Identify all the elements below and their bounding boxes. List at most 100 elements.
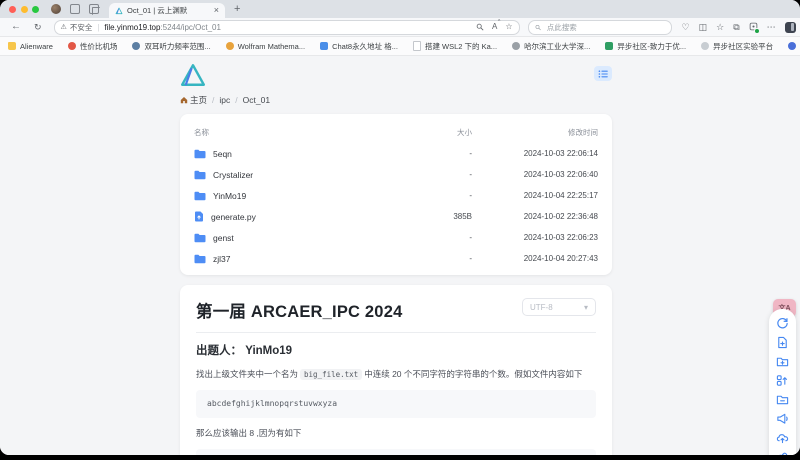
warning-icon: ⚠: [61, 23, 67, 31]
breadcrumb-home[interactable]: 主页: [180, 94, 207, 106]
favorite-star-icon[interactable]: ☆: [505, 23, 512, 31]
read-aloud-icon[interactable]: A^: [492, 23, 497, 31]
list-view-icon: [598, 70, 608, 78]
new-tab-button[interactable]: +: [234, 4, 240, 15]
divider: [196, 332, 596, 333]
readme-paragraph: 找出上级文件夹中一个名为big_file.txt中连续 20 个不同字符的字符串…: [196, 368, 596, 382]
search-box[interactable]: [528, 20, 672, 35]
search-input[interactable]: [545, 22, 665, 33]
readme-author: 出题人： YinMo19: [196, 342, 596, 358]
bookmark-item[interactable]: 异步社区-致力于优...: [605, 41, 686, 52]
folder-icon: [194, 191, 206, 201]
site-icon: [512, 42, 520, 50]
url-text[interactable]: file.yinmo19.top:5244/ipc/Oct_01: [104, 23, 470, 32]
extensions-icon[interactable]: [749, 22, 758, 33]
folder-icon: [8, 42, 16, 50]
bookmark-item[interactable]: 如何用Mathematic...: [788, 41, 800, 52]
bookmark-item[interactable]: 搭建 WSL2 下的 Ka...: [413, 41, 497, 52]
site-icon: [320, 42, 328, 50]
alist-favicon: [115, 7, 123, 15]
security-badge[interactable]: ⚠ 不安全: [61, 22, 93, 33]
encoding-select[interactable]: UTF-8 ▾: [522, 298, 596, 316]
code-block: abcdefghijklmnopqrstuvwxyza: [196, 390, 596, 419]
security-label: 不安全: [70, 22, 93, 33]
workspaces-icon[interactable]: [70, 4, 80, 14]
refresh-icon[interactable]: [776, 317, 789, 330]
browser-tab[interactable]: Oct_01 | 云上渊默 ×: [109, 3, 225, 18]
breadcrumb-separator: /: [235, 95, 237, 105]
file-table-header: 名称 大小 修改时间: [194, 122, 598, 143]
bookmark-item[interactable]: Wolfram Mathema...: [226, 42, 305, 51]
folder-icon: [194, 254, 206, 264]
favorites-icon[interactable]: ☆: [716, 23, 724, 32]
batch-rename-icon[interactable]: [776, 374, 789, 387]
bookmarks-bar: Alienware 性价比机场 双耳听力频率范围... Wolfram Math…: [0, 37, 800, 56]
address-bar[interactable]: ⚠ 不安全 | file.yinmo19.top:5244/ipc/Oct_01…: [54, 20, 520, 35]
site-icon: [132, 42, 140, 50]
file-list-card: 名称 大小 修改时间 5eqn - 2024-10-03 22:06:14 Cr…: [180, 114, 612, 275]
page-icon: [413, 41, 421, 51]
announcement-icon[interactable]: [776, 412, 789, 425]
search-icon: [535, 24, 541, 31]
bookmark-item[interactable]: 哈尔滨工业大学深...: [512, 41, 590, 52]
column-size[interactable]: 大小: [402, 127, 472, 138]
breadcrumb-part[interactable]: Oct_01: [243, 95, 270, 105]
profile-avatar[interactable]: [51, 4, 61, 14]
browser-essentials-icon[interactable]: ♡: [682, 23, 690, 32]
inline-code: big_file.txt: [300, 369, 362, 380]
offline-download-icon[interactable]: [776, 450, 789, 455]
bookmark-item[interactable]: Alienware: [8, 42, 53, 51]
breadcrumb: 主页 / ipc / Oct_01: [180, 94, 612, 106]
breadcrumb-part[interactable]: ipc: [219, 95, 230, 105]
file-row[interactable]: zjl37 - 2024-10-04 20:27:43: [194, 248, 598, 269]
more-menu-icon[interactable]: ⋯: [767, 23, 776, 32]
file-row[interactable]: Crystalizer - 2024-10-03 22:06:40: [194, 164, 598, 185]
screen: Oct_01 | 云上渊默 × + ← ↻ ⚠ 不安全 | file.yinmo…: [0, 0, 800, 460]
folder-icon: [194, 170, 206, 180]
alist-logo: [180, 63, 206, 87]
readme-paragraph: 那么应该输出 8 ,因为有如下: [196, 427, 596, 441]
refresh-button[interactable]: ↻: [34, 23, 42, 32]
minimize-window-button[interactable]: [21, 6, 28, 13]
bookmark-item[interactable]: 性价比机场: [68, 41, 118, 52]
close-window-button[interactable]: [9, 6, 16, 13]
cloud-upload-icon[interactable]: [776, 431, 789, 444]
readme-title: 第一届 ARCAER_IPC 2024: [196, 298, 402, 322]
site-icon: [226, 42, 234, 50]
column-modified[interactable]: 修改时间: [472, 127, 598, 138]
view-toggle-button[interactable]: [594, 66, 612, 81]
collections-icon[interactable]: ⧉: [733, 23, 739, 32]
bookmark-item[interactable]: Chat8永久地址 格...: [320, 41, 398, 52]
remove-folder-icon[interactable]: [776, 393, 789, 406]
window-controls[interactable]: [9, 6, 39, 13]
search-icon[interactable]: [476, 23, 484, 31]
breadcrumb-separator: /: [212, 95, 214, 105]
close-tab-icon[interactable]: ×: [214, 6, 219, 15]
sidebar-toggle-icon[interactable]: [785, 22, 796, 33]
site-icon: [701, 42, 709, 50]
new-folder-icon[interactable]: [776, 355, 789, 368]
zoom-window-button[interactable]: [32, 6, 39, 13]
folder-icon: [194, 233, 206, 243]
file-row[interactable]: generate.py 385B 2024-10-02 22:36:48: [194, 206, 598, 227]
back-button[interactable]: ←: [11, 22, 21, 32]
tab-actions-icon[interactable]: [89, 4, 99, 14]
file-icon: [194, 211, 204, 222]
page-content: 主页 / ipc / Oct_01 名称 大小 修改时间 5eqn - 2024…: [0, 56, 800, 455]
extension-status-dot: [754, 28, 760, 34]
file-row[interactable]: genst - 2024-10-03 22:06:23: [194, 227, 598, 248]
address-bar-icons: A^ ☆: [476, 23, 513, 31]
split-screen-icon[interactable]: ◫: [699, 23, 708, 32]
code-block: abcdefghijklmnopqrst bcdefghijklmnopqrst…: [196, 449, 596, 455]
url-host: file.yinmo19.top: [104, 23, 160, 32]
file-row[interactable]: YinMo19 - 2024-10-04 22:25:17: [194, 185, 598, 206]
file-row[interactable]: 5eqn - 2024-10-03 22:06:14: [194, 143, 598, 164]
site-icon: [605, 42, 613, 50]
bookmark-item[interactable]: 双耳听力频率范围...: [132, 41, 210, 52]
column-name[interactable]: 名称: [194, 127, 402, 138]
site-icon: [788, 42, 796, 50]
url-path: :5244/ipc/Oct_01: [160, 23, 220, 32]
new-file-icon[interactable]: [776, 336, 789, 349]
tab-strip: Oct_01 | 云上渊默 × +: [0, 0, 800, 18]
bookmark-item[interactable]: 异步社区实验平台: [701, 41, 773, 52]
